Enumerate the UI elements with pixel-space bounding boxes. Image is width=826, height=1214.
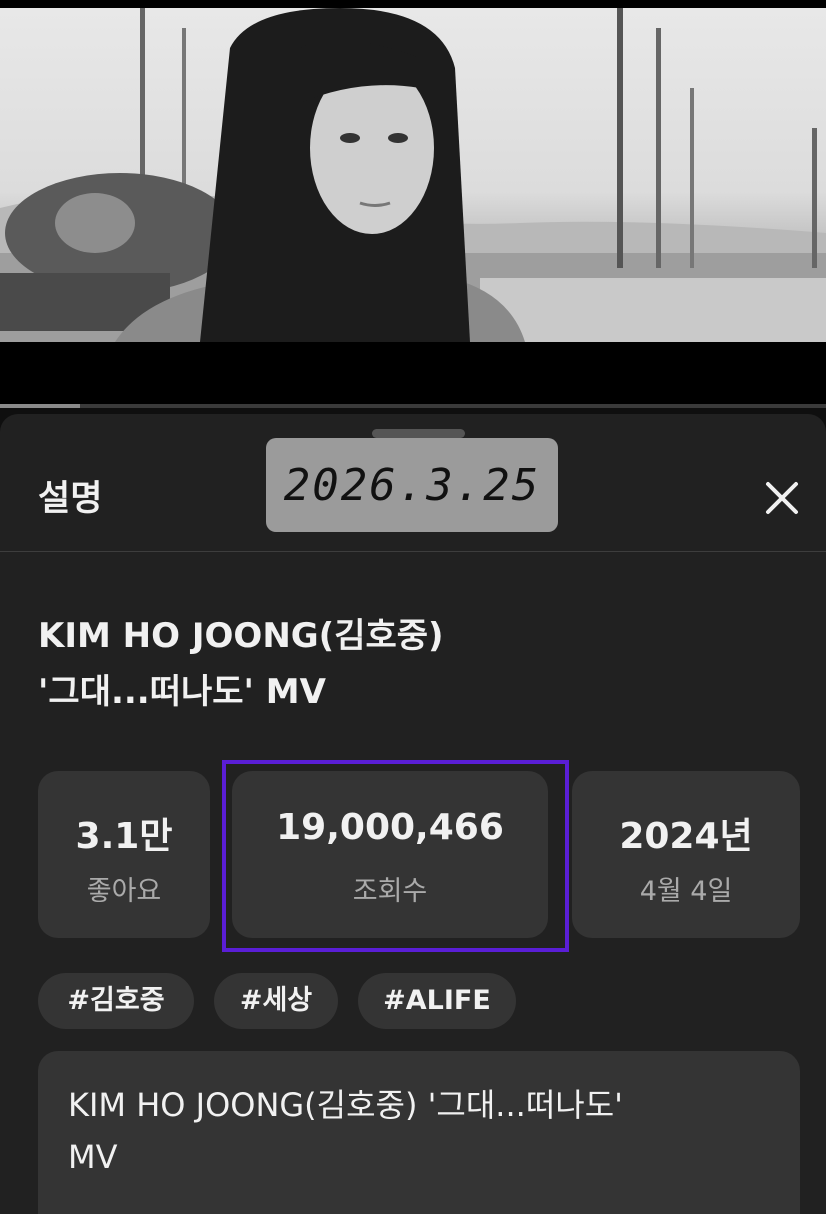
likes-stat[interactable]: 3.1만 좋아요 — [38, 771, 210, 938]
video-frame[interactable] — [0, 8, 826, 342]
handwritten-date-sticker: 2026.3.25 — [266, 438, 558, 532]
upload-date-stat[interactable]: 2024년 4월 4일 — [572, 771, 800, 938]
views-highlight-box — [222, 760, 569, 952]
sheet-header: 설명 2026.3.25 — [0, 414, 826, 552]
video-title: KIM HO JOONG(김호중) '그대...떠나도' MV — [38, 608, 778, 720]
description-line: MV — [68, 1138, 118, 1176]
hashtag-chip[interactable]: #ALIFE — [358, 973, 516, 1029]
video-progress-fill — [0, 404, 81, 408]
likes-label: 좋아요 — [86, 876, 162, 907]
likes-count: 3.1만 — [75, 816, 173, 857]
sheet-title: 설명 — [38, 479, 103, 519]
video-title-line: '그대...떠나도' MV — [38, 672, 326, 712]
upload-day: 4월 4일 — [639, 876, 733, 907]
hashtag-chip[interactable]: #세상 — [214, 973, 338, 1029]
close-icon — [766, 482, 798, 514]
upload-year: 2024년 — [619, 816, 753, 857]
video-player[interactable] — [0, 0, 826, 408]
video-still-image — [0, 8, 826, 342]
description-card[interactable]: KIM HO JOONG(김호중) '그대...떠나도' MV — [38, 1051, 800, 1214]
description-sheet: 설명 2026.3.25 KIM HO JOONG(김호중) '그대...떠나도… — [0, 414, 826, 1214]
video-progress-bar[interactable] — [0, 404, 826, 408]
video-title-line: KIM HO JOONG(김호중) — [38, 616, 444, 656]
description-line: KIM HO JOONG(김호중) '그대...떠나도' — [68, 1086, 623, 1124]
description-text: KIM HO JOONG(김호중) '그대...떠나도' MV — [68, 1079, 768, 1183]
hashtag-chip[interactable]: #김호중 — [38, 973, 194, 1029]
close-button[interactable] — [760, 476, 804, 520]
